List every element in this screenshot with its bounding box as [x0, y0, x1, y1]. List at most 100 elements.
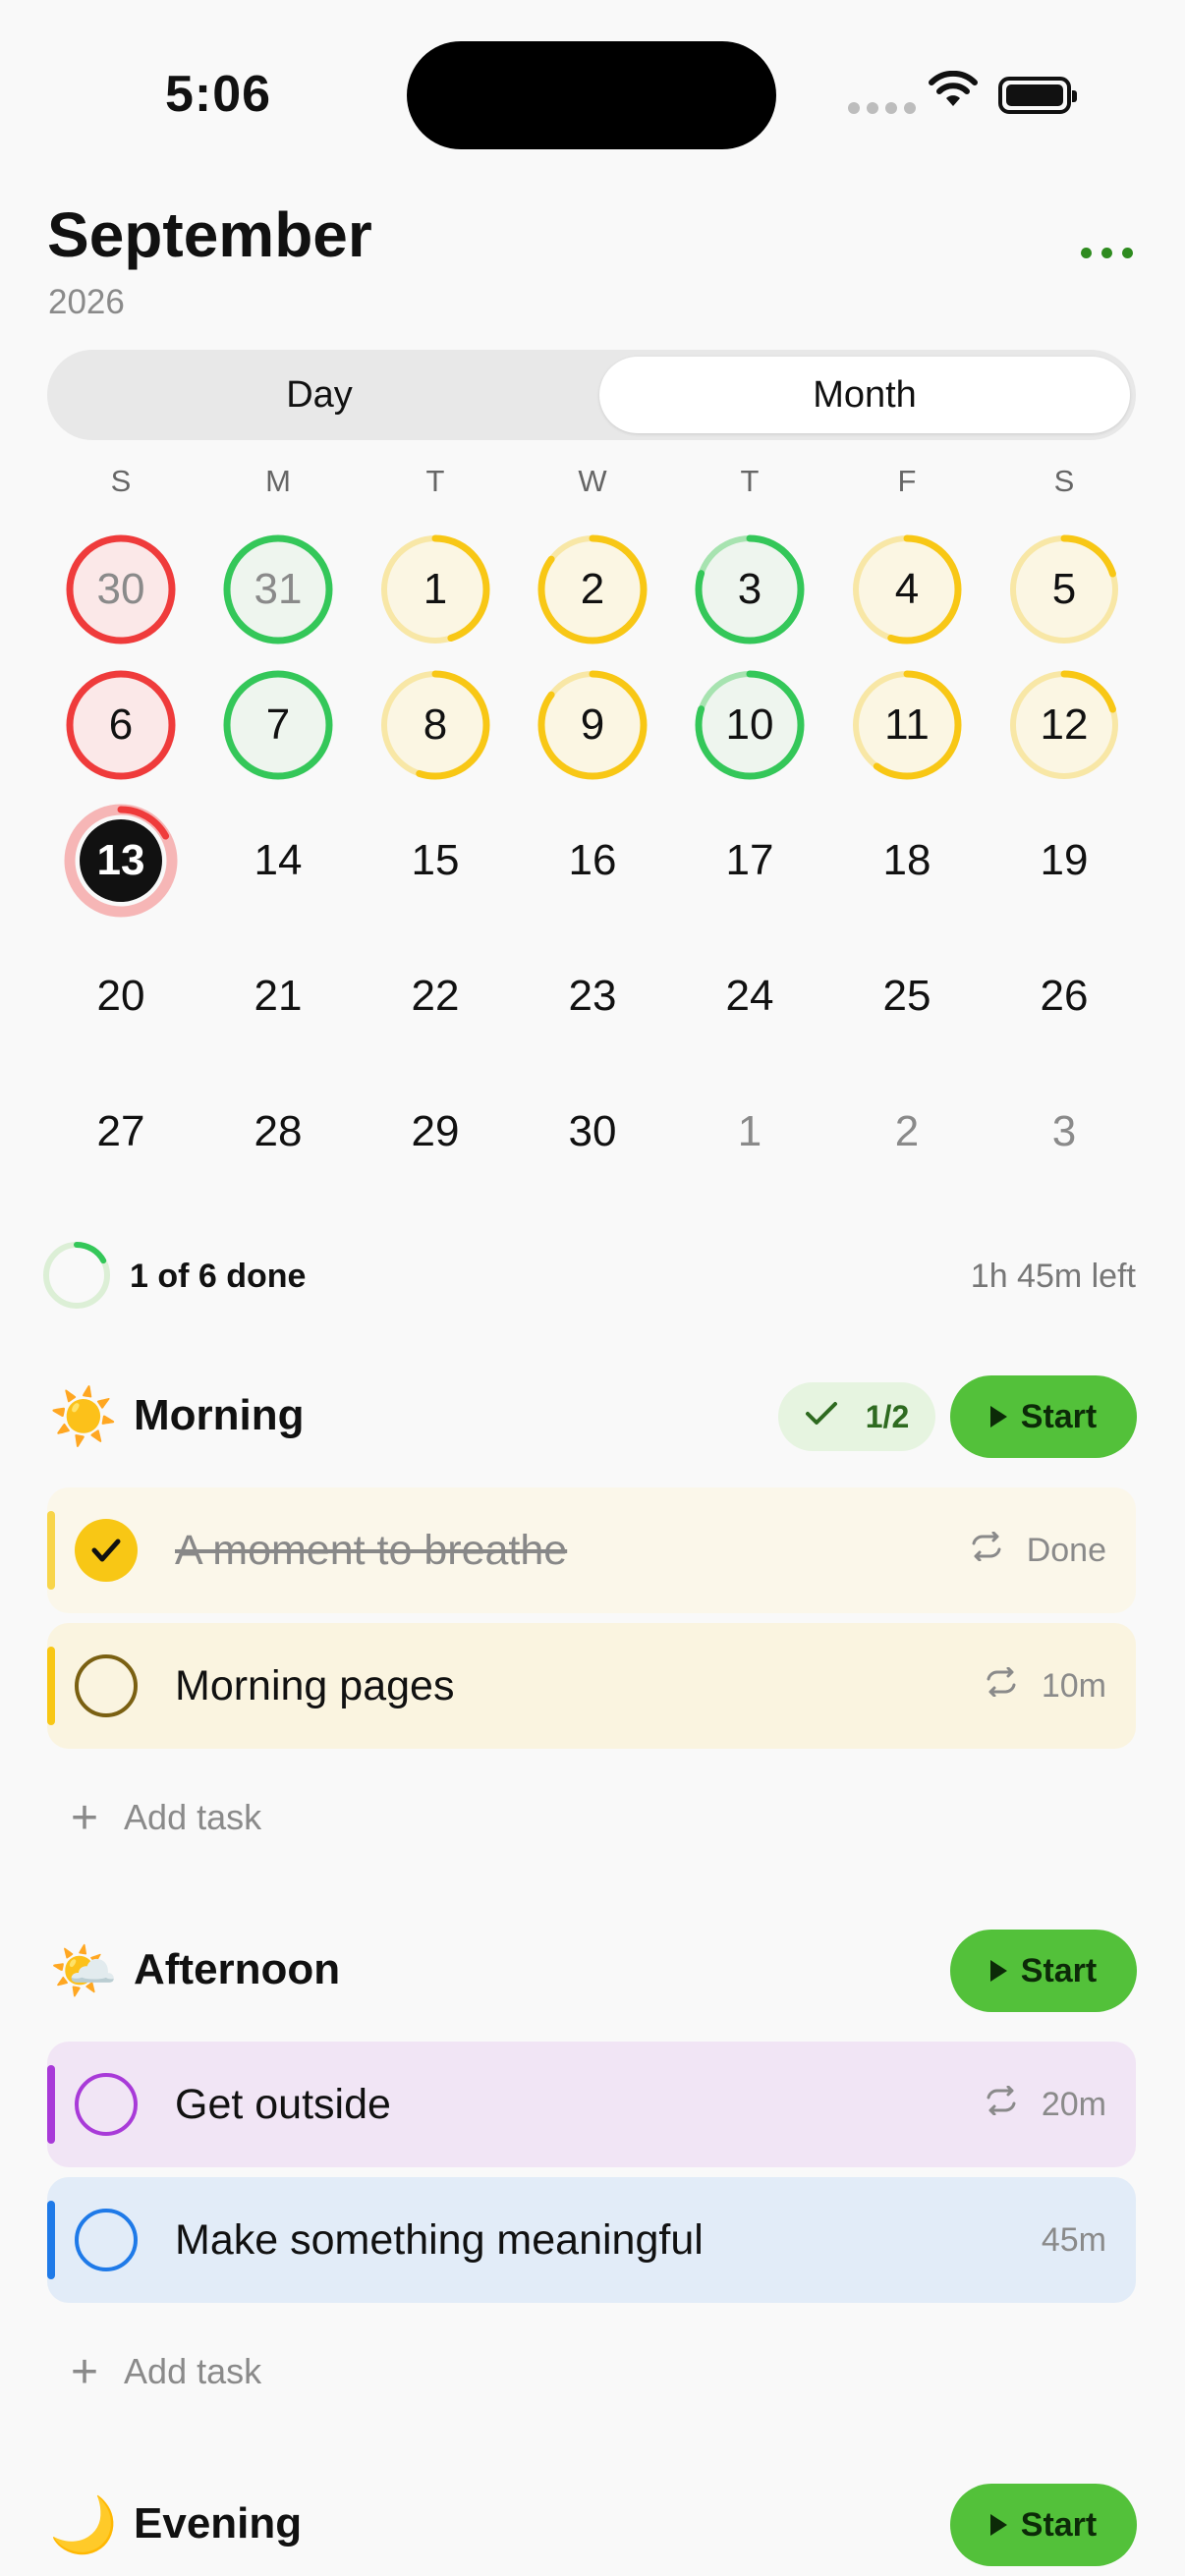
- calendar-day[interactable]: 18: [848, 802, 966, 920]
- calendar-day[interactable]: 6: [62, 666, 180, 784]
- calendar-day[interactable]: 19: [1005, 802, 1123, 920]
- calendar-day[interactable]: 26: [1005, 937, 1123, 1055]
- calendar-day[interactable]: 30: [534, 1073, 651, 1191]
- add-task-label: Add task: [124, 2351, 262, 2391]
- calendar-day[interactable]: 2: [848, 1073, 966, 1191]
- task-row[interactable]: A moment to breathe Done: [47, 1487, 1136, 1613]
- day-number: 8: [423, 700, 448, 749]
- calendar-day[interactable]: 14: [219, 802, 337, 920]
- section-title-evening: Evening: [134, 2499, 303, 2548]
- start-evening-button[interactable]: Start: [950, 2484, 1137, 2566]
- day-number: 9: [580, 700, 605, 749]
- task-checkbox-checked[interactable]: [75, 1519, 138, 1582]
- calendar-day[interactable]: 1: [691, 1073, 809, 1191]
- task-label: Make something meaningful: [175, 2215, 704, 2264]
- add-task-morning[interactable]: + Add task: [71, 1788, 261, 1847]
- task-meta: 45m: [1041, 2220, 1106, 2259]
- day-number: 27: [96, 1107, 145, 1155]
- check-icon: [91, 1539, 121, 1562]
- repeat-icon: [970, 1531, 1003, 1570]
- start-morning-button[interactable]: Start: [950, 1375, 1137, 1458]
- tab-day[interactable]: Day: [47, 350, 592, 440]
- task-checkbox[interactable]: [75, 1654, 138, 1717]
- time-left: 1h 45m left: [970, 1258, 1136, 1295]
- calendar-day[interactable]: 31: [219, 531, 337, 648]
- task-checkbox[interactable]: [75, 2073, 138, 2136]
- calendar-day[interactable]: 21: [219, 937, 337, 1055]
- calendar-day[interactable]: 10: [691, 666, 809, 784]
- calendar-day[interactable]: 24: [691, 937, 809, 1055]
- start-afternoon-button[interactable]: Start: [950, 1930, 1137, 2012]
- start-label: Start: [1020, 2505, 1098, 2544]
- wifi-icon: [928, 70, 979, 115]
- calendar-day[interactable]: 28: [219, 1073, 337, 1191]
- day-number: 28: [254, 1107, 303, 1155]
- calendar-day[interactable]: 17: [691, 802, 809, 920]
- signal-icon: [848, 102, 916, 114]
- day-number: 5: [1051, 565, 1077, 613]
- day-number: 1: [737, 1107, 762, 1155]
- calendar-day[interactable]: 3: [1005, 1073, 1123, 1191]
- day-number: 2: [580, 565, 605, 613]
- calendar-day[interactable]: 2: [534, 531, 651, 648]
- calendar-day[interactable]: 22: [376, 937, 494, 1055]
- start-label: Start: [1020, 1397, 1098, 1435]
- calendar-day[interactable]: 15: [376, 802, 494, 920]
- calendar-day[interactable]: 8: [376, 666, 494, 784]
- add-task-afternoon[interactable]: + Add task: [71, 2342, 261, 2401]
- play-icon: [989, 1406, 1007, 1428]
- day-number: 30: [568, 1107, 617, 1155]
- weekday-label: M: [265, 464, 291, 498]
- plus-icon: +: [71, 1791, 99, 1844]
- task-row[interactable]: Get outside 20m: [47, 2042, 1136, 2167]
- calendar-day[interactable]: 4: [848, 531, 966, 648]
- task-meta: 10m: [1041, 1666, 1106, 1705]
- repeat-icon: [985, 2085, 1018, 2124]
- day-number: 1: [423, 565, 448, 613]
- calendar-day[interactable]: 27: [62, 1073, 180, 1191]
- calendar-day[interactable]: 3: [691, 531, 809, 648]
- day-number: 3: [1051, 1107, 1077, 1155]
- day-number: 24: [725, 972, 774, 1020]
- task-row[interactable]: Morning pages 10m: [47, 1623, 1136, 1749]
- calendar-day[interactable]: 29: [376, 1073, 494, 1191]
- task-row[interactable]: Make something meaningful 45m: [47, 2177, 1136, 2303]
- calendar-day[interactable]: 7: [219, 666, 337, 784]
- day-number: 21: [254, 972, 303, 1020]
- task-checkbox[interactable]: [75, 2209, 138, 2271]
- section-title-morning: Morning: [134, 1391, 305, 1439]
- day-number: 12: [1040, 700, 1089, 749]
- calendar-day[interactable]: 25: [848, 937, 966, 1055]
- daily-progress-ring: [41, 1240, 112, 1316]
- calendar-day[interactable]: 5: [1005, 531, 1123, 648]
- day-number: 13: [96, 836, 145, 884]
- calendar-day-today[interactable]: 13: [62, 802, 180, 920]
- day-number: 17: [725, 836, 774, 884]
- more-options-button[interactable]: [1081, 248, 1133, 258]
- weekday-label: W: [578, 464, 607, 498]
- weekday-label: S: [110, 464, 132, 498]
- tab-month[interactable]: Month: [599, 357, 1130, 433]
- day-number: 22: [411, 972, 460, 1020]
- check-icon: [805, 1399, 838, 1435]
- calendar-day[interactable]: 20: [62, 937, 180, 1055]
- play-icon: [989, 1960, 1007, 1982]
- day-number: 25: [882, 972, 931, 1020]
- calendar-day[interactable]: 11: [848, 666, 966, 784]
- section-title-afternoon: Afternoon: [134, 1945, 341, 1993]
- moon-icon: 🌙: [49, 2493, 118, 2555]
- day-number: 4: [894, 565, 920, 613]
- task-label: Morning pages: [175, 1661, 455, 1709]
- weekday-label: T: [425, 464, 445, 498]
- calendar-day[interactable]: 12: [1005, 666, 1123, 784]
- day-number: 10: [725, 700, 774, 749]
- calendar-day[interactable]: 1: [376, 531, 494, 648]
- calendar-day[interactable]: 16: [534, 802, 651, 920]
- day-number: 26: [1040, 972, 1089, 1020]
- calendar-day[interactable]: 9: [534, 666, 651, 784]
- calendar-day[interactable]: 23: [534, 937, 651, 1055]
- play-icon: [989, 2514, 1007, 2536]
- day-number: 30: [96, 565, 145, 613]
- calendar-day[interactable]: 30: [62, 531, 180, 648]
- day-number: 11: [884, 700, 930, 749]
